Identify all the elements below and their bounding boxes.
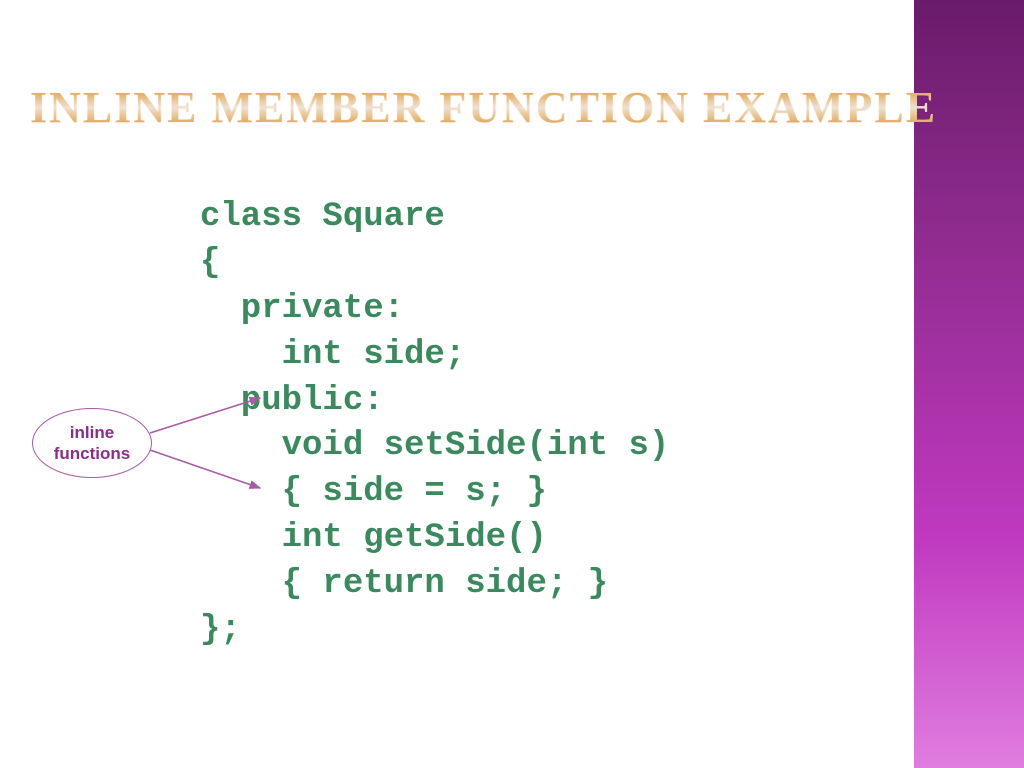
callout-line-1: inline — [70, 423, 114, 442]
slide-title: INLINE MEMBER FUNCTION EXAMPLE — [30, 82, 937, 133]
code-example: class Square { private: int side; public… — [200, 195, 669, 654]
callout-bubble: inline functions — [32, 408, 152, 478]
callout-line-2: functions — [54, 444, 131, 463]
callout-text: inline functions — [54, 422, 131, 465]
